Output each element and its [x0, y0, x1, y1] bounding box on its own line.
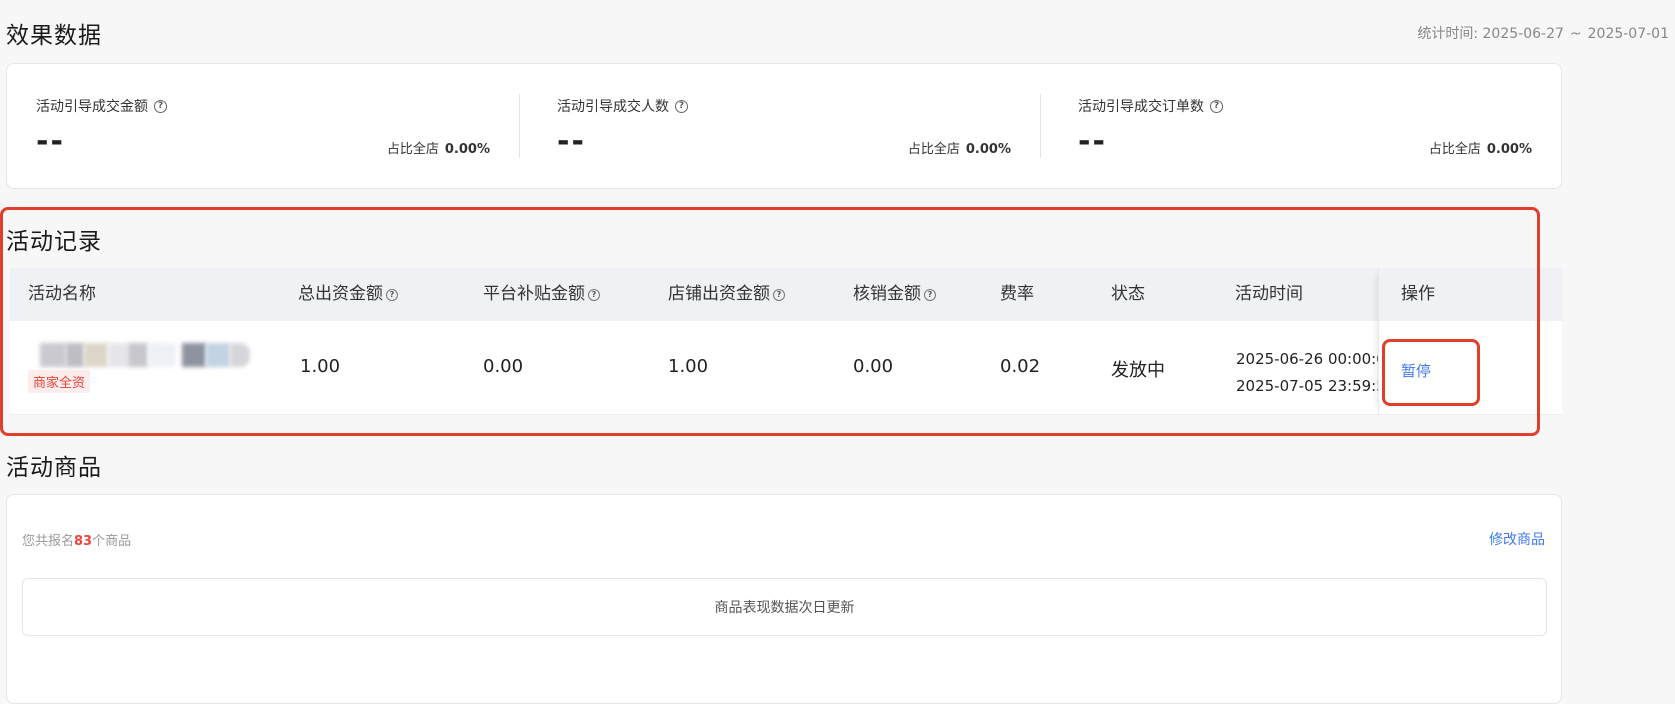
column-header-label: 状态: [1111, 284, 1145, 304]
column-header-time: 活动时间: [1235, 268, 1303, 321]
goods-section-title: 活动商品: [6, 455, 102, 481]
metric-divider: [519, 94, 520, 158]
data-update-notice: 商品表现数据次日更新: [22, 578, 1547, 636]
column-header-shop-funding: 店铺出资金额?: [668, 268, 785, 321]
activity-name-blurred: [32, 343, 252, 367]
cell-platform-subsidy: 0.00: [483, 356, 524, 377]
metric-share-label: 占比全店: [907, 142, 960, 157]
metric-share-value: 0.00%: [1486, 142, 1532, 157]
column-header-status: 状态: [1111, 268, 1145, 321]
column-header-platform-subsidy: 平台补贴金额?: [483, 268, 600, 321]
edit-goods-link[interactable]: 修改商品: [1489, 529, 1545, 549]
cell-rate: 0.02: [1000, 356, 1041, 377]
pause-button[interactable]: 暂停: [1401, 360, 1431, 381]
metric-value: --: [1078, 124, 1107, 159]
question-circle-icon[interactable]: ?: [1210, 99, 1223, 113]
metric-share: 占比全店 0.00%: [908, 138, 1011, 157]
column-header-label: 总出资金额: [298, 284, 383, 304]
cell-total-funding: 1.00: [300, 356, 341, 377]
stat-period-start: 2025-06-27: [1482, 26, 1564, 42]
question-circle-icon[interactable]: ?: [924, 288, 936, 301]
operation-column: 操作 暂停: [1378, 268, 1563, 414]
column-header-label: 店铺出资金额: [668, 284, 770, 304]
effect-metrics-card: 活动引导成交金额 ? -- 占比全店 0.00% 活动引导成交人数 ? -- 占比…: [6, 63, 1562, 189]
question-circle-icon[interactable]: ?: [773, 288, 785, 301]
activity-time-end: 2025-07-05 23:59:59: [1236, 377, 1378, 395]
column-header-label: 平台补贴金额: [483, 284, 585, 304]
cell-writeoff-amount: 0.00: [853, 356, 894, 377]
metric-orders: 活动引导成交订单数 ? -- 占比全店 0.00%: [1078, 64, 1532, 188]
stat-period-label: 统计时间:: [1417, 26, 1479, 42]
metric-label: 活动引导成交金额 ?: [36, 96, 167, 116]
cell-activity-time: 2025-06-26 00:00:00 2025-07-05 23:59:59: [1236, 346, 1378, 400]
metric-gmv: 活动引导成交金额 ? -- 占比全店 0.00%: [36, 64, 490, 188]
metric-divider: [1040, 94, 1041, 158]
stat-period: 统计时间: 2025-06-27 ~2025-07-01: [1417, 23, 1669, 43]
goods-count-text: 您共报名83个商品: [22, 530, 131, 549]
metric-share-label: 占比全店: [386, 142, 439, 157]
column-header-operation: 操作: [1379, 268, 1563, 321]
goods-count-prefix: 您共报名: [22, 534, 75, 549]
funding-type-badge: 商家全资: [28, 370, 91, 393]
metric-share-value: 0.00%: [965, 142, 1011, 157]
metric-share: 占比全店 0.00%: [1429, 138, 1532, 157]
question-circle-icon[interactable]: ?: [588, 288, 600, 301]
column-header-label: 活动名称: [28, 284, 96, 304]
stat-period-separator: ~: [1569, 26, 1582, 42]
activity-time-start: 2025-06-26 00:00:00: [1236, 350, 1378, 368]
metric-value: --: [557, 124, 586, 159]
question-circle-icon[interactable]: ?: [386, 288, 398, 301]
column-header-label: 核销金额: [853, 284, 921, 304]
column-header-writeoff: 核销金额?: [853, 268, 936, 321]
column-header-rate: 费率: [1000, 268, 1034, 321]
stat-period-end: 2025-07-01: [1587, 26, 1669, 42]
metric-value: --: [36, 124, 65, 159]
metric-buyers: 活动引导成交人数 ? -- 占比全店 0.00%: [557, 64, 1011, 188]
column-header-name: 活动名称: [28, 268, 96, 321]
question-circle-icon[interactable]: ?: [154, 99, 167, 113]
metric-share-label: 占比全店: [1428, 142, 1481, 157]
metric-label-text: 活动引导成交订单数: [1078, 99, 1204, 115]
activity-records-table: 活动名称 总出资金额? 平台补贴金额? 店铺出资金额? 核销金额? 费率 状态 …: [10, 268, 1563, 415]
goods-count-number: 83: [74, 534, 93, 549]
cell-status: 发放中: [1111, 360, 1165, 381]
metric-label-text: 活动引导成交金额: [36, 99, 148, 115]
column-header-label: 费率: [1000, 284, 1034, 304]
column-header-label: 活动时间: [1235, 284, 1303, 304]
goods-card: 您共报名83个商品 修改商品 商品表现数据次日更新: [6, 494, 1562, 704]
column-header-total-funding: 总出资金额?: [298, 268, 398, 321]
metric-label: 活动引导成交订单数 ?: [1078, 96, 1223, 116]
metric-share: 占比全店 0.00%: [387, 138, 490, 157]
metric-label: 活动引导成交人数 ?: [557, 96, 688, 116]
metric-label-text: 活动引导成交人数: [557, 99, 669, 115]
cell-shop-funding: 1.00: [668, 356, 709, 377]
metric-share-value: 0.00%: [444, 142, 490, 157]
records-section-title: 活动记录: [6, 229, 102, 255]
table-header: 活动名称 总出资金额? 平台补贴金额? 店铺出资金额? 核销金额? 费率 状态 …: [10, 268, 1562, 321]
question-circle-icon[interactable]: ?: [675, 99, 688, 113]
effect-section-title: 效果数据: [6, 23, 102, 49]
goods-count-suffix: 个商品: [92, 534, 132, 549]
